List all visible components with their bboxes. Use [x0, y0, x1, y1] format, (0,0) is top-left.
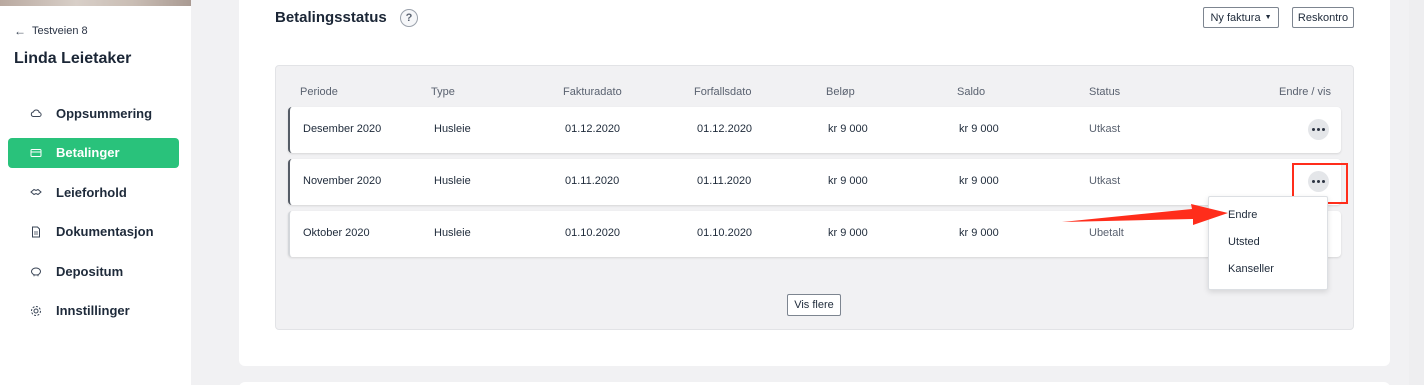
cell-forfallsdato: 01.11.2020 [697, 175, 752, 187]
back-link-label: Testveien 8 [32, 25, 88, 37]
cell-belop: kr 9 000 [828, 227, 868, 239]
cell-type: Husleie [434, 123, 471, 135]
back-arrow-icon: ← [14, 24, 26, 38]
sidebar-item-innstillinger[interactable]: Innstillinger [8, 296, 179, 326]
page-title: Betalingsstatus [275, 9, 387, 26]
table-row[interactable]: Desember 2020 Husleie 01.12.2020 01.12.2… [288, 107, 1341, 153]
sidebar-item-oppsummering[interactable]: Oppsummering [8, 98, 179, 128]
sidebar-item-label: Leieforhold [56, 184, 127, 200]
back-link[interactable]: ← Testveien 8 [14, 24, 88, 38]
more-options-button[interactable] [1308, 119, 1329, 140]
sidebar: ← Testveien 8 Linda Leietaker Oppsummeri… [0, 0, 191, 385]
cell-saldo: kr 9 000 [959, 227, 999, 239]
column-header-endre-vis: Endre / vis [1279, 86, 1331, 98]
cell-type: Husleie [434, 227, 471, 239]
sidebar-item-betalinger[interactable]: Betalinger [8, 137, 179, 168]
column-header-periode: Periode [300, 86, 338, 98]
annotation-arrow-icon [1062, 204, 1228, 225]
sidebar-item-leieforhold[interactable]: Leieforhold [8, 177, 179, 207]
cell-fakturadato: 01.10.2020 [565, 227, 621, 239]
sidebar-item-label: Oppsummering [56, 105, 153, 121]
cell-type: Husleie [434, 175, 471, 187]
piggybank-icon [30, 265, 42, 277]
sidebar-item-depositum[interactable]: Depositum [8, 256, 179, 286]
column-header-belop: Beløp [826, 86, 855, 98]
tenant-name: Linda Leietaker [14, 50, 132, 67]
cell-belop: kr 9 000 [828, 123, 868, 135]
sidebar-nav: Oppsummering Betalinger Leieforhold Doku… [8, 98, 179, 336]
column-header-type: Type [431, 86, 455, 98]
cell-periode: Oktober 2020 [303, 227, 370, 239]
caret-down-icon: ▼ [1264, 14, 1272, 21]
column-header-forfallsdato: Forfallsdato [694, 86, 752, 98]
gear-icon [30, 305, 42, 317]
sidebar-item-dokumentasjon[interactable]: Dokumentasjon [8, 217, 179, 247]
cell-periode: November 2020 [303, 175, 382, 187]
cell-fakturadato: 01.12.2020 [565, 123, 621, 135]
cell-status: Utkast [1089, 123, 1121, 135]
column-header-status: Status [1089, 86, 1121, 98]
cell-status: Utkast [1089, 175, 1121, 187]
menu-item-kanseller[interactable]: Kanseller [1228, 263, 1274, 275]
help-icon[interactable]: ? [400, 9, 418, 27]
cell-forfallsdato: 01.10.2020 [697, 227, 753, 239]
cell-forfallsdato: 01.12.2020 [697, 123, 753, 135]
handshake-icon [30, 186, 42, 198]
column-header-fakturadato: Fakturadato [563, 86, 622, 98]
sidebar-item-label: Depositum [56, 263, 124, 279]
cell-periode: Desember 2020 [303, 123, 382, 135]
menu-item-endre[interactable]: Endre [1228, 209, 1257, 221]
cell-fakturadato: 01.11.2020 [565, 175, 620, 187]
table-row[interactable]: November 2020 Husleie 01.11.2020 01.11.2… [288, 159, 1341, 205]
card-icon [30, 147, 42, 159]
document-icon [30, 226, 42, 238]
cloud-icon [30, 107, 42, 119]
property-photo [0, 0, 191, 6]
new-invoice-button[interactable]: Ny faktura ▼ [1203, 7, 1279, 28]
more-dots-icon [1312, 128, 1315, 131]
sidebar-item-label: Dokumentasjon [56, 224, 154, 240]
new-invoice-label: Ny faktura [1210, 11, 1261, 24]
cell-saldo: kr 9 000 [959, 123, 999, 135]
menu-item-utsted[interactable]: Utsted [1228, 236, 1260, 248]
ledger-button[interactable]: Reskontro [1292, 7, 1354, 28]
cell-belop: kr 9 000 [828, 175, 868, 187]
column-header-saldo: Saldo [957, 86, 986, 98]
sidebar-item-label: Betalinger [56, 145, 120, 161]
cell-saldo: kr 9 000 [959, 175, 999, 187]
show-more-button[interactable]: Vis flere [787, 294, 841, 316]
sidebar-item-label: Innstillinger [56, 303, 130, 319]
page-gutter [1409, 0, 1424, 385]
